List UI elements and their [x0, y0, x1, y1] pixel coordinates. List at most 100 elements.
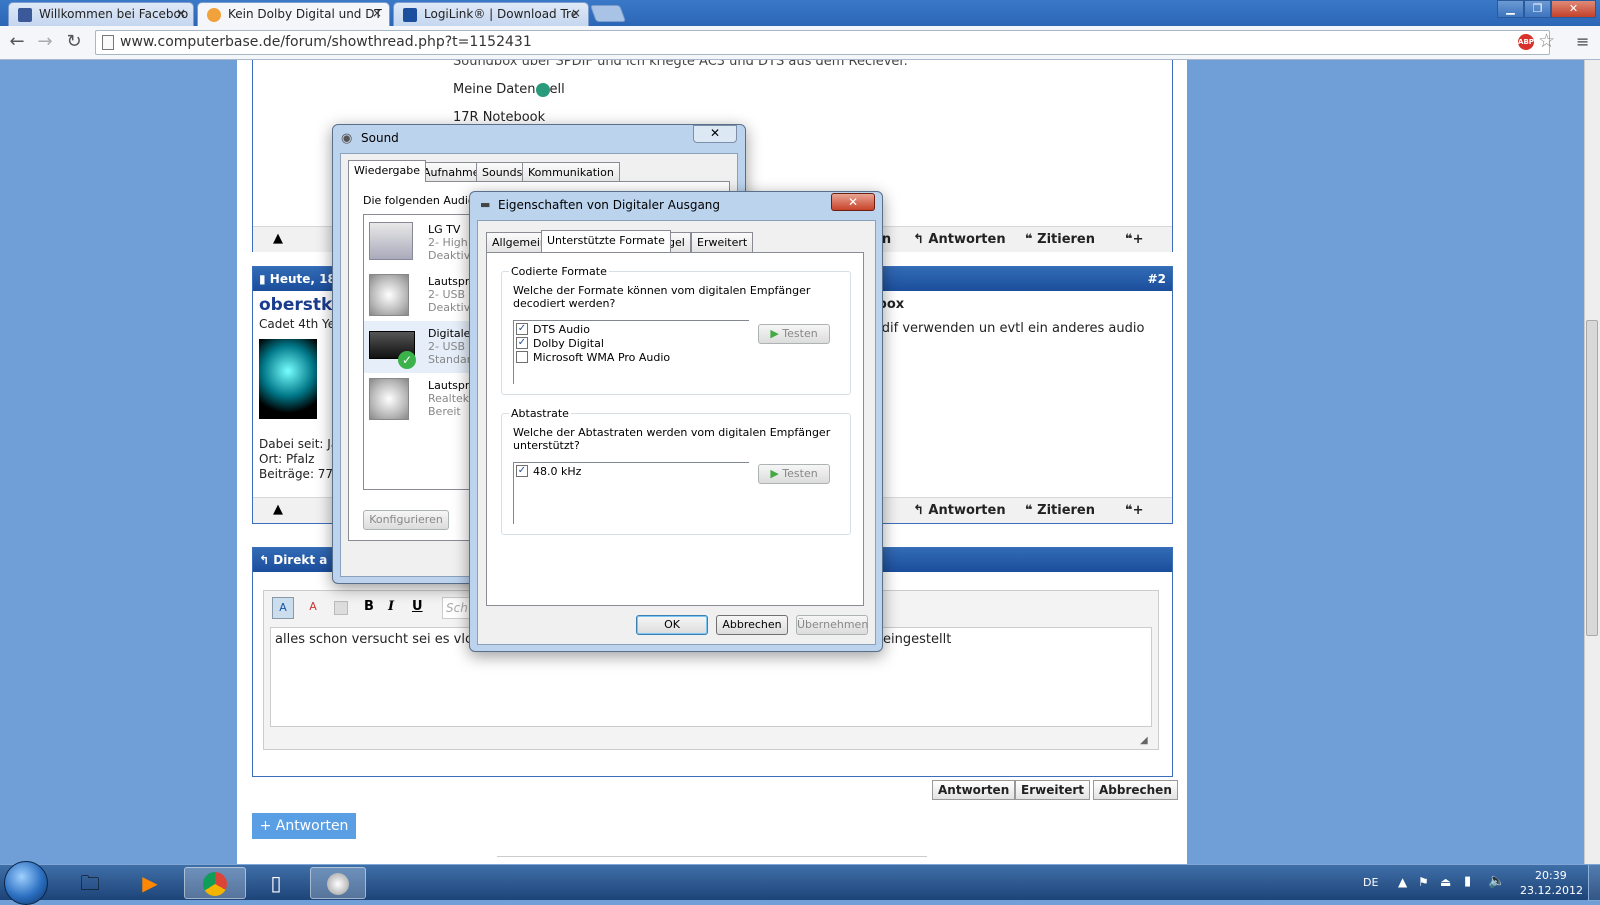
checkbox-dolby-digital[interactable]: ✓ [516, 337, 528, 349]
browser-toolbar: ← → ↻ www.computerbase.de/forum/showthre… [0, 26, 1600, 60]
tab-supported-formats[interactable]: Unterstützte Formate [541, 230, 671, 252]
editor-text: alles schon versucht sei es vlc, [275, 632, 477, 647]
properties-close-button[interactable]: ✕ [831, 193, 875, 211]
document-icon[interactable]: ▯ [248, 867, 304, 899]
multiquote-icon[interactable]: ❝+ [1125, 503, 1144, 518]
url-text: www.computerbase.de/forum/showthread.php… [120, 34, 532, 50]
maximize-button[interactable]: ❐ [1524, 0, 1551, 18]
test-label: Testen [782, 327, 818, 340]
signal-icon[interactable]: ▮ [1464, 874, 1471, 889]
clock-time[interactable]: 20:39 [1535, 869, 1567, 882]
close-tab-icon[interactable]: × [571, 6, 581, 20]
font-color-icon[interactable]: A [272, 597, 294, 619]
tab-sounds[interactable]: Sounds [476, 162, 529, 182]
scrollbar-thumb[interactable] [1586, 320, 1598, 636]
device-name: LG TV [428, 223, 461, 236]
quick-reply-title: Direkt a [273, 553, 328, 567]
sample-rate-question: Welche der Abtastraten werden vom digita… [513, 426, 831, 452]
reload-icon[interactable]: ↻ [63, 31, 85, 53]
play-icon: ▶ [770, 467, 783, 480]
editor-text: eingestellt [883, 632, 952, 647]
show-desktop-button[interactable] [1588, 865, 1600, 901]
post-number[interactable]: #2 [1148, 272, 1166, 286]
clock-date[interactable]: 23.12.2012 [1520, 884, 1583, 897]
reply-link[interactable]: ↰ Antworten [913, 503, 1006, 518]
reply-submit-button[interactable]: Antworten [932, 780, 1016, 800]
usb-icon[interactable]: ⏏ [1440, 875, 1451, 889]
underline-icon[interactable]: U [412, 599, 423, 614]
cancel-button[interactable]: Abbrechen [1093, 780, 1178, 800]
username-link[interactable]: oberstkl [259, 295, 338, 315]
report-icon[interactable]: ▲ [273, 231, 283, 246]
cancel-dialog-button[interactable]: Abbrechen [716, 615, 788, 635]
tab-logilink[interactable]: LogiLink® | Download Tre × [393, 2, 589, 26]
configure-button[interactable]: Konfigurieren [363, 510, 449, 530]
language-indicator[interactable]: DE [1363, 876, 1378, 889]
tab-facebook[interactable]: Willkommen bei Faceboo × [8, 2, 194, 26]
sound-close-button[interactable]: ✕ [693, 125, 737, 143]
menu-icon[interactable]: ≡ [1576, 32, 1589, 51]
tab-strip: Willkommen bei Faceboo × Kein Dolby Digi… [0, 0, 1600, 26]
advanced-button[interactable]: Erweitert [1015, 780, 1090, 800]
bold-icon[interactable]: B [364, 599, 374, 614]
multiquote-icon[interactable]: ❝+ [1125, 232, 1144, 247]
formats-panel: Codierte Formate Welche der Formate könn… [486, 252, 864, 606]
close-tab-icon[interactable]: × [176, 6, 186, 20]
tab-advanced[interactable]: Erweitert [691, 232, 754, 252]
volume-icon[interactable]: 🔈 [1488, 873, 1505, 889]
reply-icon: ↰ [259, 553, 274, 567]
report-icon[interactable]: ▲ [273, 502, 283, 517]
checkbox-48khz[interactable]: ✓ [516, 465, 528, 477]
ok-button[interactable]: OK [636, 615, 708, 635]
test-rate-button[interactable]: ▶ Testen [758, 464, 830, 484]
tray-expand-icon[interactable]: ▲ [1398, 875, 1407, 889]
quote-link[interactable]: ❝ Zitieren [1025, 503, 1095, 518]
post-date: Heute, 18: [269, 272, 341, 286]
back-icon[interactable]: ← [6, 31, 28, 53]
address-bar[interactable]: www.computerbase.de/forum/showthread.php… [95, 30, 1550, 55]
start-button[interactable] [4, 861, 48, 905]
quote-link[interactable]: ❝ Zitieren [1025, 232, 1095, 247]
explorer-icon[interactable]: 🗀 [62, 867, 118, 899]
sound-taskbar-icon[interactable] [310, 867, 366, 899]
italic-icon[interactable]: I [388, 599, 394, 614]
forward-icon[interactable]: → [34, 31, 56, 53]
test-encoded-button[interactable]: ▶ Testen [758, 324, 830, 344]
resize-handle[interactable]: ◢ [1140, 735, 1148, 746]
remove-format-icon[interactable]: A [302, 597, 324, 619]
paste-icon[interactable] [334, 601, 348, 615]
tab-communication[interactable]: Kommunikation [522, 162, 620, 182]
sample-rate-label: Abtastrate [509, 407, 571, 420]
adblock-icon[interactable]: ABP [1518, 34, 1534, 50]
font-select[interactable]: Sch [442, 597, 472, 619]
reply-icon: ↰ [913, 503, 929, 518]
computerbase-icon [207, 8, 221, 22]
new-reply-button[interactable]: + Antworten [252, 813, 356, 839]
user-joined: Dabei seit: Ja [259, 437, 339, 451]
checkbox-dts[interactable]: ✓ [516, 323, 528, 335]
network-error-icon[interactable]: ⚑ [1418, 875, 1429, 889]
checkbox-wma-pro[interactable] [516, 351, 528, 363]
close-window-button[interactable]: ✕ [1551, 0, 1596, 18]
format-label: Dolby Digital [533, 337, 604, 350]
reply-link[interactable]: ↰ Antworten [913, 232, 1006, 247]
post-text: Soundbox über SPDIF und ich kriegte AC3 … [453, 60, 908, 69]
chrome-icon[interactable] [184, 867, 246, 899]
apply-button[interactable]: Übernehmen [796, 615, 868, 635]
format-label: DTS Audio [533, 323, 590, 336]
bookmark-star-icon[interactable]: ☆ [1538, 30, 1555, 52]
speaker-icon [369, 378, 409, 420]
tab-playback[interactable]: Wiedergabe [348, 160, 427, 182]
tab-computerbase[interactable]: Kein Dolby Digital und DT × [197, 2, 390, 26]
user-posts: Beiträge: 77 [259, 467, 334, 481]
close-tab-icon[interactable]: × [372, 6, 382, 20]
format-label: Microsoft WMA Pro Audio [533, 351, 671, 364]
post-text-part: Meine Daten [453, 82, 536, 97]
properties-dialog-body: Allgemein Unterstützte Formate Pegel Erw… [477, 220, 876, 645]
sound-dialog-title: Sound [361, 131, 399, 145]
new-tab-button[interactable] [589, 5, 627, 22]
properties-dialog: ▬ Eigenschaften von Digitaler Ausgang ✕ … [469, 191, 883, 652]
media-player-icon[interactable]: ▶ [122, 867, 178, 899]
user-avatar[interactable] [259, 339, 317, 419]
minimize-button[interactable]: ▁ [1497, 0, 1524, 18]
